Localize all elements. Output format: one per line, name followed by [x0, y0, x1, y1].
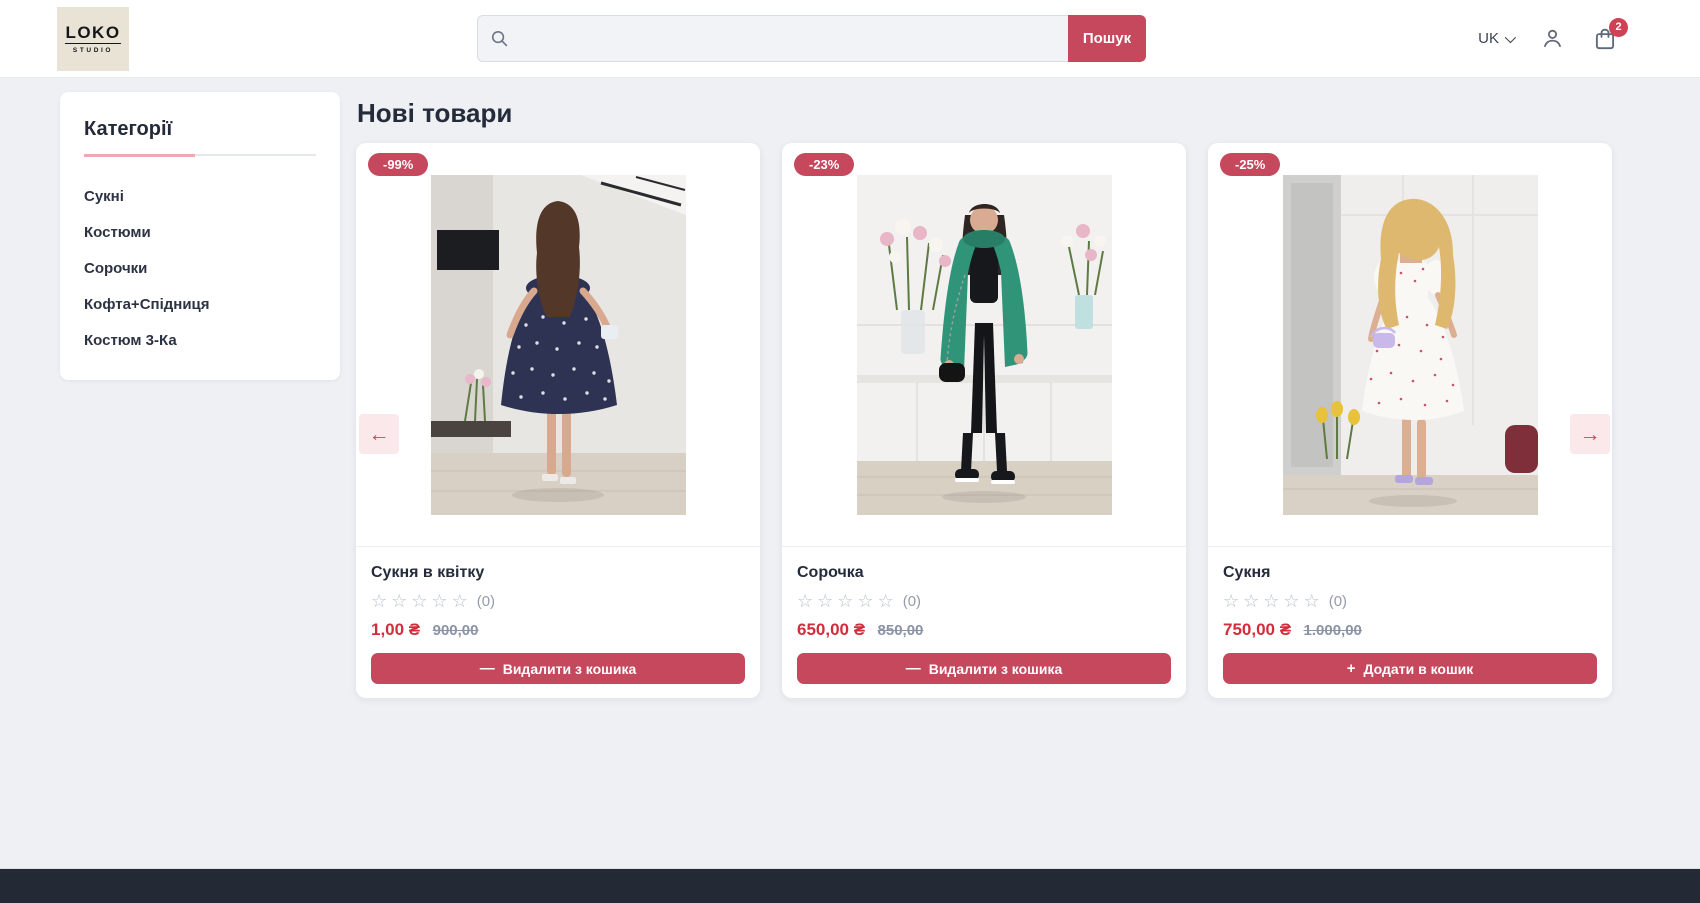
product-card: -99%: [356, 143, 760, 698]
cart-button[interactable]: 2: [1592, 26, 1618, 52]
cart-button-label: Видалити з кошика: [929, 661, 1063, 677]
logo-subtitle: STUDIO: [73, 47, 113, 54]
cart-button-label: Додати в кошик: [1364, 661, 1474, 677]
review-count: (0): [903, 593, 921, 610]
sidebar-item-top-skirt[interactable]: Кофта+Спідниця: [84, 286, 316, 322]
current-price: 650,00 ₴: [797, 620, 865, 639]
star-icon: ☆: [1304, 591, 1320, 612]
page-content: Категорії Сукні Костюми Сорочки Кофта+Сп…: [0, 78, 1700, 868]
product-name[interactable]: Сорочка: [797, 564, 1171, 582]
footer: [0, 868, 1700, 903]
products-carousel: ← → -99%: [356, 143, 1612, 698]
search-icon: [490, 29, 509, 48]
minus-icon: —: [480, 660, 495, 677]
minus-icon: —: [906, 660, 921, 677]
categories-divider: [84, 154, 316, 156]
logo-title: LOKO: [65, 23, 120, 44]
cart-button-label: Видалити з кошика: [503, 661, 637, 677]
header: LOKO STUDIO Пошук UK: [0, 0, 1700, 78]
star-icon: ☆: [452, 591, 468, 612]
product-name[interactable]: Сукня в квітку: [371, 564, 745, 582]
star-icon: ☆: [1283, 591, 1299, 612]
sidebar-item-suits[interactable]: Костюми: [84, 214, 316, 250]
product-rating: ☆ ☆ ☆ ☆ ☆ (0): [371, 591, 745, 612]
remove-from-cart-button[interactable]: — Видалити з кошика: [797, 653, 1171, 684]
product-info: Сукня в квітку ☆ ☆ ☆ ☆ ☆ (0) 1,00 ₴ 900,…: [356, 547, 760, 698]
add-to-cart-button[interactable]: + Додати в кошик: [1223, 653, 1597, 684]
plus-icon: +: [1347, 660, 1356, 677]
logo[interactable]: LOKO STUDIO: [57, 7, 129, 71]
sidebar-item-shirts[interactable]: Сорочки: [84, 250, 316, 286]
search-bar: Пошук: [477, 15, 1146, 62]
remove-from-cart-button[interactable]: — Видалити з кошика: [371, 653, 745, 684]
old-price: 850,00: [878, 622, 924, 639]
product-media[interactable]: -25%: [1208, 143, 1612, 547]
discount-badge: -99%: [368, 153, 428, 176]
product-rating: ☆ ☆ ☆ ☆ ☆ (0): [1223, 591, 1597, 612]
page-title: Нові товари: [357, 98, 1612, 129]
product-media[interactable]: -99%: [356, 143, 760, 547]
sidebar-item-dresses[interactable]: Сукні: [84, 178, 316, 214]
new-products-section: Нові товари ← → -99%: [356, 78, 1612, 698]
product-card: -25%: [1208, 143, 1612, 698]
star-icon: ☆: [837, 591, 853, 612]
product-prices: 750,00 ₴ 1.000,00: [1223, 620, 1597, 640]
product-media[interactable]: -23%: [782, 143, 1186, 547]
current-price: 750,00 ₴: [1223, 620, 1291, 639]
product-card: -23%: [782, 143, 1186, 698]
product-photo-white-floral-dress: [1283, 175, 1538, 515]
star-icon: ☆: [1243, 591, 1259, 612]
product-info: Сукня ☆ ☆ ☆ ☆ ☆ (0) 750,00 ₴ 1.000,00: [1208, 547, 1612, 698]
categories-panel: Категорії Сукні Костюми Сорочки Кофта+Сп…: [60, 92, 340, 380]
star-icon: ☆: [431, 591, 447, 612]
user-icon: [1540, 26, 1565, 51]
chevron-down-icon: [1505, 31, 1516, 42]
categories-title: Категорії: [84, 118, 316, 141]
carousel-next-button[interactable]: →: [1570, 414, 1610, 454]
star-icon: ☆: [797, 591, 813, 612]
old-price: 900,00: [433, 622, 479, 639]
star-icon: ☆: [857, 591, 873, 612]
discount-badge: -25%: [1220, 153, 1280, 176]
search-button[interactable]: Пошук: [1068, 15, 1146, 62]
review-count: (0): [1329, 593, 1347, 610]
product-photo-green-shirt: [857, 175, 1112, 515]
search-input-wrap: [477, 15, 1068, 62]
star-icon: ☆: [1223, 591, 1239, 612]
star-icon: ☆: [1263, 591, 1279, 612]
discount-badge: -23%: [794, 153, 854, 176]
search-input[interactable]: [518, 30, 1056, 47]
star-icon: ☆: [878, 591, 894, 612]
language-selector[interactable]: UK: [1478, 30, 1513, 47]
product-prices: 1,00 ₴ 900,00: [371, 620, 745, 640]
star-icon: ☆: [411, 591, 427, 612]
language-label: UK: [1478, 30, 1499, 47]
current-price: 1,00 ₴: [371, 620, 420, 639]
product-rating: ☆ ☆ ☆ ☆ ☆ (0): [797, 591, 1171, 612]
product-info: Сорочка ☆ ☆ ☆ ☆ ☆ (0) 650,00 ₴ 850,00: [782, 547, 1186, 698]
header-actions: UK 2: [1478, 26, 1618, 52]
old-price: 1.000,00: [1304, 622, 1362, 639]
star-icon: ☆: [371, 591, 387, 612]
product-photo-navy-dot-dress: [431, 175, 686, 515]
star-icon: ☆: [817, 591, 833, 612]
categories-list: Сукні Костюми Сорочки Кофта+Спідниця Кос…: [84, 178, 316, 358]
carousel-prev-button[interactable]: ←: [359, 414, 399, 454]
sidebar-item-suit-3[interactable]: Костюм 3-Ка: [84, 322, 316, 358]
cart-count-badge: 2: [1609, 18, 1628, 37]
account-button[interactable]: [1540, 26, 1565, 51]
star-icon: ☆: [391, 591, 407, 612]
product-prices: 650,00 ₴ 850,00: [797, 620, 1171, 640]
review-count: (0): [477, 593, 495, 610]
product-name[interactable]: Сукня: [1223, 564, 1597, 582]
